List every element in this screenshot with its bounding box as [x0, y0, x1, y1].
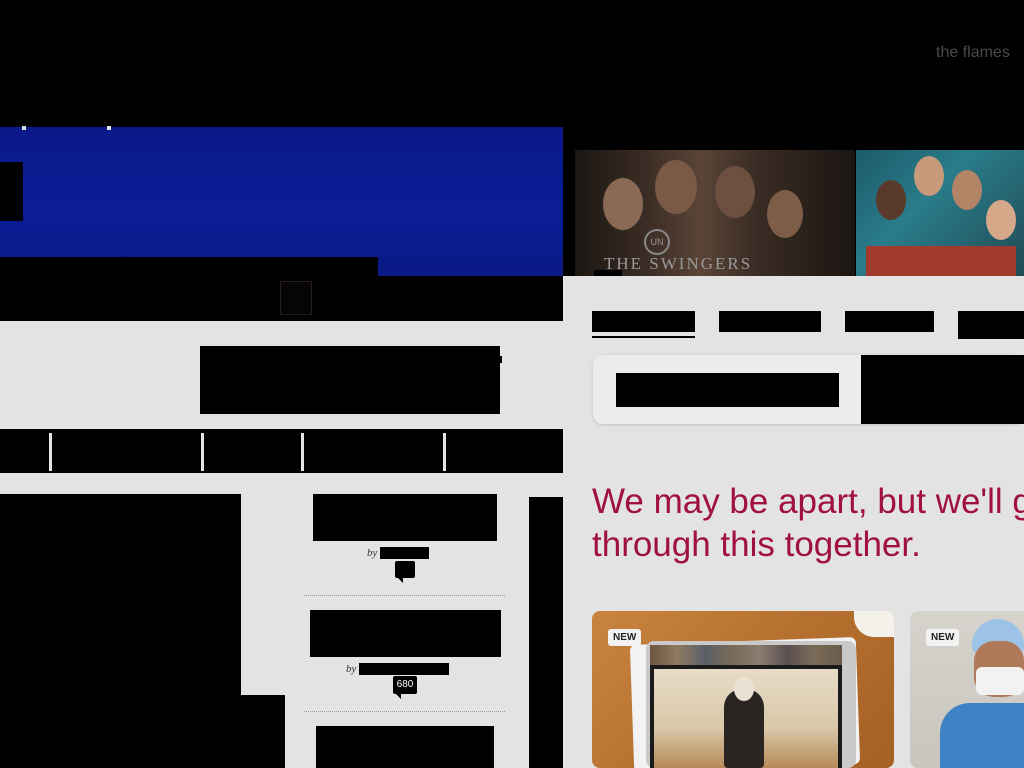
story-separator — [304, 711, 505, 712]
header-text: the flames — [936, 44, 1010, 61]
comment-count[interactable]: 680 — [393, 676, 417, 699]
new-badge: NEW — [926, 629, 960, 646]
nav-search-box[interactable] — [280, 281, 312, 315]
comment-count[interactable] — [395, 561, 415, 583]
left-logo-block[interactable] — [200, 346, 500, 414]
poster-face — [952, 170, 982, 210]
poster-face — [876, 180, 906, 220]
story-separator — [304, 595, 505, 596]
tab-2[interactable] — [719, 311, 821, 332]
nav-divider — [201, 433, 204, 471]
poster-costumes — [866, 246, 1016, 276]
tab-3[interactable] — [845, 311, 934, 332]
featured-image[interactable] — [0, 494, 241, 768]
media-card-video-call[interactable]: NEW — [592, 611, 894, 768]
featured-image-caption — [241, 695, 285, 768]
left-blue-banner — [0, 127, 563, 276]
face-mask — [976, 667, 1024, 695]
story-title[interactable] — [316, 726, 494, 768]
search-input[interactable] — [616, 373, 839, 407]
byline-label: by — [346, 663, 357, 675]
right-column-ad[interactable] — [529, 497, 563, 768]
media-card-healthcare[interactable]: NEW — [910, 611, 1024, 768]
byline-label: by — [367, 547, 378, 559]
poster-face — [603, 178, 643, 230]
banner-tail — [378, 257, 563, 276]
tab-1[interactable] — [592, 311, 695, 332]
hero-tile-medical-drama[interactable] — [856, 150, 1024, 276]
video-grid-strip — [650, 645, 842, 665]
nav-divider — [443, 433, 446, 471]
active-tab-indicator — [592, 336, 695, 338]
headline-line-2: through this together. — [592, 525, 921, 564]
left-banner-tab — [0, 162, 23, 221]
tablet-screen — [650, 645, 842, 768]
story-author[interactable] — [380, 547, 429, 559]
poster-face — [715, 166, 755, 218]
poster-face — [914, 156, 944, 196]
nav-divider — [301, 433, 304, 471]
tab-4[interactable] — [958, 311, 1024, 339]
story-title[interactable] — [313, 494, 497, 541]
poster-face — [767, 190, 803, 238]
poster-face — [655, 160, 697, 214]
network-logo-icon: UN — [644, 229, 670, 255]
banner-dot — [22, 126, 26, 130]
story-title[interactable] — [310, 610, 501, 657]
scrubs — [940, 703, 1024, 768]
poster-face — [986, 200, 1016, 240]
search-button[interactable] — [861, 355, 1024, 424]
person-hijab — [734, 677, 754, 701]
headline: We may be apart, but we'll g through thi… — [592, 480, 1024, 566]
coffee-cup — [854, 611, 894, 637]
banner-dot — [107, 126, 111, 130]
section-nav — [0, 429, 563, 473]
video-main-view — [654, 669, 838, 768]
nav-divider — [49, 433, 52, 471]
story-author[interactable] — [359, 663, 449, 675]
logo-mark — [499, 356, 502, 363]
headline-line-1: We may be apart, but we'll g — [592, 482, 1024, 521]
new-badge: NEW — [608, 629, 642, 646]
show-title: THE SWINGERS — [604, 254, 753, 273]
